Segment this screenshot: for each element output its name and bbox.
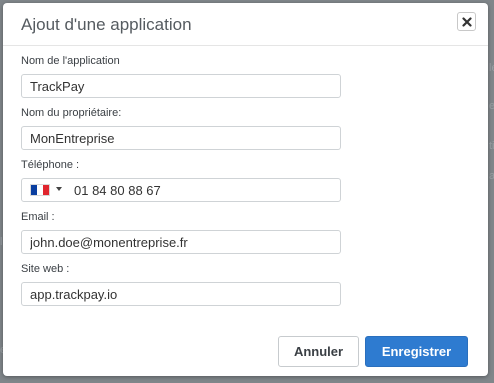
modal-title: Ajout d'une application [21,15,192,34]
phone-label: Téléphone : [21,159,80,171]
add-application-modal: Ajout d'une application Nom de l'applica… [3,3,488,376]
france-flag-icon [30,184,50,196]
close-button[interactable] [457,12,476,31]
background-text: le [489,62,494,74]
website-input[interactable] [21,282,341,306]
country-selector[interactable] [22,179,66,201]
owner-name-input[interactable] [21,126,341,150]
background-text: en [489,100,494,112]
website-label: Site web : [21,263,70,275]
modal-footer: Annuler Enregistrer [3,325,488,376]
phone-input[interactable] [68,179,350,201]
chevron-down-icon [56,187,62,191]
save-button[interactable]: Enregistrer [365,336,468,367]
owner-name-label: Nom du propriétaire: [21,107,122,119]
close-x-icon [461,16,472,27]
background-text: a [489,170,494,182]
app-name-label: Nom de l'application [21,55,120,67]
app-name-input[interactable] [21,74,341,98]
modal-header: Ajout d'une application [3,3,488,46]
phone-field [21,178,350,202]
cancel-button[interactable]: Annuler [278,336,359,367]
email-input[interactable] [21,230,341,254]
background-text: ti [489,140,494,152]
email-label: Email : [21,211,55,223]
